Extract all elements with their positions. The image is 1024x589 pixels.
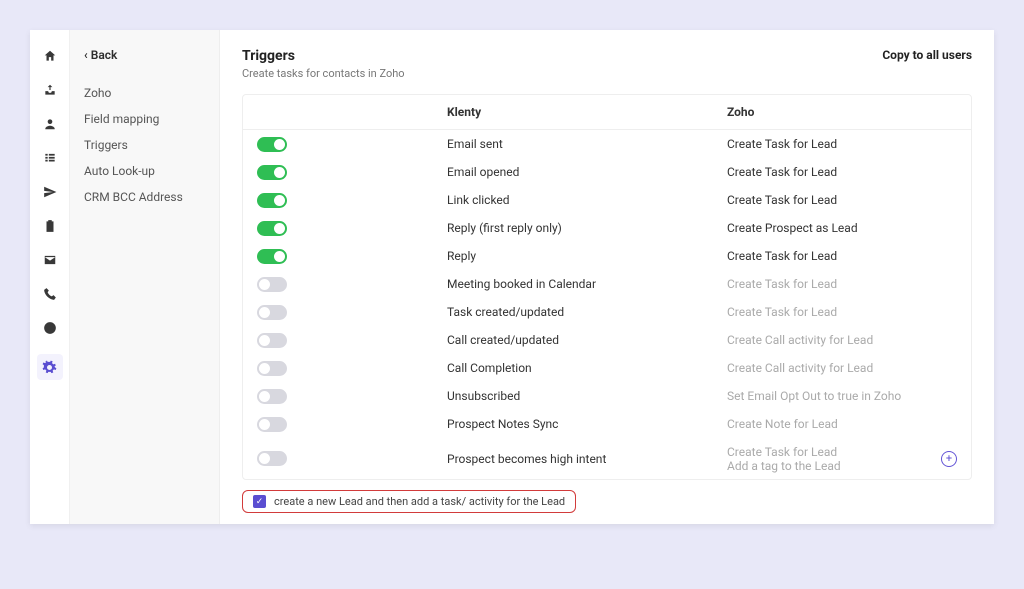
create-lead-checkbox-row[interactable]: ✓ create a new Lead and then add a task/…	[242, 490, 576, 513]
zoho-action-label: Create Task for Lead	[727, 165, 837, 179]
toggle-switch[interactable]	[257, 137, 287, 152]
klenty-trigger-label: Task created/updated	[447, 305, 727, 319]
klenty-trigger-label: Prospect becomes high intent	[447, 452, 727, 466]
table-row: ReplyCreate Task for Lead	[243, 242, 971, 270]
zoho-action-label: Create Task for Lead	[727, 249, 837, 263]
toggle-switch[interactable]	[257, 193, 287, 208]
zoho-action-label: Create Note for Lead	[727, 417, 838, 431]
column-header-klenty: Klenty	[447, 105, 727, 119]
table-row: Call CompletionCreate Call activity for …	[243, 354, 971, 382]
mail-icon[interactable]	[42, 252, 58, 268]
toggle-switch[interactable]	[257, 417, 287, 432]
table-row: Meeting booked in CalendarCreate Task fo…	[243, 270, 971, 298]
sidebar-item-zoho[interactable]: Zoho	[84, 80, 205, 106]
phone-icon[interactable]	[42, 286, 58, 302]
table-row: Prospect Notes SyncCreate Note for Lead	[243, 410, 971, 438]
toggle-switch[interactable]	[257, 277, 287, 292]
triggers-table: Klenty Zoho Email sentCreate Task for Le…	[242, 94, 972, 480]
main-panel: Triggers Create tasks for contacts in Zo…	[220, 30, 994, 524]
klenty-trigger-label: Email opened	[447, 165, 727, 179]
zoho-action-label: Create Task for Lead	[727, 305, 837, 319]
klenty-trigger-label: Call Completion	[447, 361, 727, 375]
inbox-icon[interactable]	[42, 82, 58, 98]
klenty-trigger-label: Link clicked	[447, 193, 727, 207]
settings-icon[interactable]	[37, 354, 63, 380]
app-shell: ‹ Back Zoho Field mapping Triggers Auto …	[30, 30, 994, 524]
sidebar-item-auto-lookup[interactable]: Auto Look-up	[84, 158, 205, 184]
sidebar-item-triggers[interactable]: Triggers	[84, 132, 205, 158]
klenty-trigger-label: Call created/updated	[447, 333, 727, 347]
klenty-trigger-label: Unsubscribed	[447, 389, 727, 403]
settings-sidebar: ‹ Back Zoho Field mapping Triggers Auto …	[70, 30, 220, 524]
toggle-switch[interactable]	[257, 221, 287, 236]
zoho-action-label: Create Prospect as Lead	[727, 221, 858, 235]
table-row: Email openedCreate Task for Lead	[243, 158, 971, 186]
sidebar-item-crm-bcc[interactable]: CRM BCC Address	[84, 184, 205, 210]
toggle-switch[interactable]	[257, 361, 287, 376]
user-icon[interactable]	[42, 116, 58, 132]
send-icon[interactable]	[42, 184, 58, 200]
back-label: Back	[91, 48, 118, 62]
toggle-switch[interactable]	[257, 333, 287, 348]
toggle-switch[interactable]	[257, 451, 287, 466]
copy-to-all-users-button[interactable]: Copy to all users	[882, 48, 972, 62]
back-link[interactable]: ‹ Back	[84, 48, 205, 62]
table-row: UnsubscribedSet Email Opt Out to true in…	[243, 382, 971, 410]
checkbox-label: create a new Lead and then add a task/ a…	[274, 495, 565, 508]
column-header-zoho: Zoho	[727, 105, 957, 119]
home-icon[interactable]	[42, 48, 58, 64]
table-header: Klenty Zoho	[243, 95, 971, 130]
zoho-action-label: Create Task for Lead	[727, 277, 837, 291]
clipboard-icon[interactable]	[42, 218, 58, 234]
toggle-switch[interactable]	[257, 389, 287, 404]
zoho-action-label: Create Call activity for Lead	[727, 333, 873, 347]
table-row: Prospect becomes high intentCreate Task …	[243, 438, 971, 479]
table-row: Reply (first reply only)Create Prospect …	[243, 214, 971, 242]
klenty-trigger-label: Meeting booked in Calendar	[447, 277, 727, 291]
klenty-trigger-label: Reply	[447, 249, 727, 263]
zoho-action-label: Create Task for Lead	[727, 193, 837, 207]
icon-rail	[30, 30, 70, 524]
zoho-action-label: Create Task for LeadAdd a tag to the Lea…	[727, 445, 841, 473]
table-row: Email sentCreate Task for Lead	[243, 130, 971, 158]
table-row: Task created/updatedCreate Task for Lead	[243, 298, 971, 326]
toggle-switch[interactable]	[257, 249, 287, 264]
zoho-action-label: Set Email Opt Out to true in Zoho	[727, 389, 901, 403]
add-action-button[interactable]: +	[941, 451, 957, 467]
zoho-action-label: Create Call activity for Lead	[727, 361, 873, 375]
toggle-switch[interactable]	[257, 165, 287, 180]
toggle-switch[interactable]	[257, 305, 287, 320]
sidebar-item-field-mapping[interactable]: Field mapping	[84, 106, 205, 132]
page-title: Triggers	[242, 48, 405, 64]
table-row: Link clickedCreate Task for Lead	[243, 186, 971, 214]
zoho-action-label: Create Task for Lead	[727, 137, 837, 151]
klenty-trigger-label: Email sent	[447, 137, 727, 151]
list-icon[interactable]	[42, 150, 58, 166]
table-row: Call created/updatedCreate Call activity…	[243, 326, 971, 354]
klenty-trigger-label: Prospect Notes Sync	[447, 417, 727, 431]
checkbox-icon: ✓	[253, 495, 266, 508]
klenty-trigger-label: Reply (first reply only)	[447, 221, 727, 235]
chart-icon[interactable]	[42, 320, 58, 336]
page-subtitle: Create tasks for contacts in Zoho	[242, 67, 405, 80]
header-row: Triggers Create tasks for contacts in Zo…	[242, 48, 972, 80]
